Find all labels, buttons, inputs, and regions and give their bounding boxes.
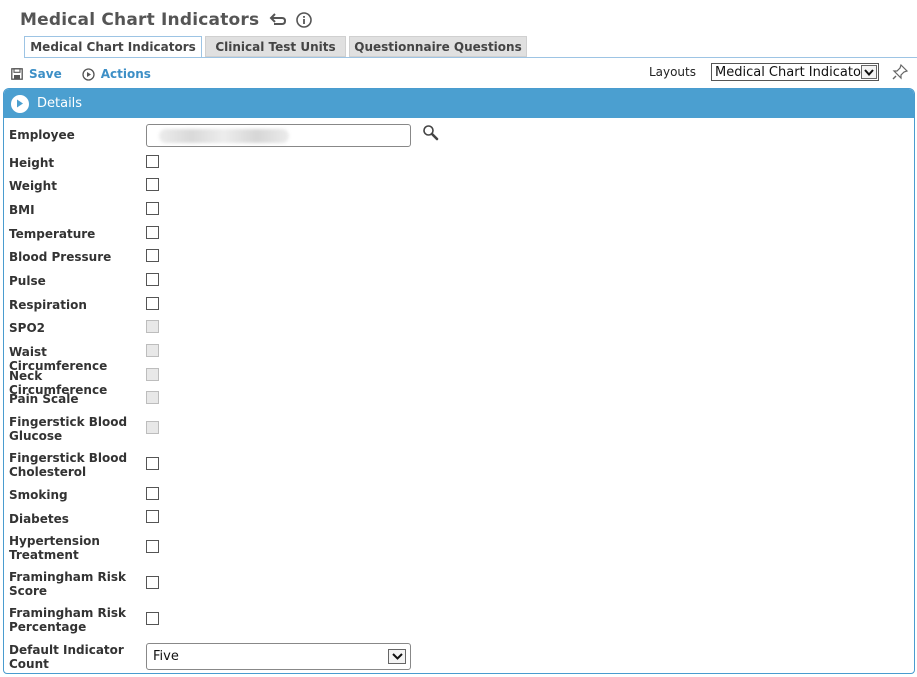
tab-divider [24, 57, 917, 58]
blood-pressure-checkbox[interactable] [146, 249, 159, 262]
actions-button[interactable]: Actions [82, 67, 151, 81]
respiration-label: Respiration [9, 298, 87, 312]
employee-label: Employee [9, 128, 75, 142]
fingerstick-blood-glucose-label: Fingerstick Blood Glucose [9, 415, 128, 443]
details-panel: Details Employee Height Weight BMI Tempe… [3, 88, 915, 674]
smoking-checkbox[interactable] [146, 487, 159, 500]
chevron-down-icon [388, 649, 406, 664]
pulse-checkbox[interactable] [146, 273, 159, 286]
save-label: Save [29, 67, 62, 81]
layouts-label: Layouts [648, 65, 696, 79]
bmi-checkbox[interactable] [146, 202, 159, 215]
height-checkbox[interactable] [146, 155, 159, 168]
bmi-label: BMI [9, 203, 35, 217]
layouts-area: Layouts Medical Chart Indicato... [649, 62, 917, 82]
pulse-label: Pulse [9, 274, 46, 288]
pin-icon[interactable] [891, 63, 909, 81]
default-indicator-count-label: Default Indicator Count [9, 643, 124, 671]
spo2-checkbox [146, 320, 159, 333]
fingerstick-blood-cholesterol-checkbox[interactable] [146, 457, 159, 470]
framingham-risk-percentage-checkbox[interactable] [146, 612, 159, 625]
waist-circumference-checkbox [146, 344, 159, 357]
diabetes-checkbox[interactable] [146, 510, 159, 523]
tab-clinical-test-units[interactable]: Clinical Test Units [205, 36, 346, 57]
redacted-employee-value [159, 129, 289, 143]
search-icon[interactable] [422, 124, 440, 146]
hypertension-treatment-label: Hypertension Treatment [9, 534, 100, 562]
pain-scale-checkbox [146, 391, 159, 404]
expand-icon[interactable] [11, 94, 29, 113]
framingham-risk-percentage-label: Framingham Risk Percentage [9, 606, 126, 634]
save-button[interactable]: Save [11, 67, 62, 81]
pain-scale-label: Pain Scale [9, 392, 79, 406]
framingham-risk-score-label: Framingham Risk Score [9, 570, 126, 598]
default-indicator-count-value: Five [153, 649, 179, 664]
fingerstick-blood-glucose-checkbox [146, 421, 159, 434]
employee-input[interactable] [146, 124, 411, 147]
default-indicator-count-select[interactable]: Five [146, 643, 411, 670]
temperature-label: Temperature [9, 227, 96, 241]
actions-label: Actions [100, 67, 151, 81]
tab-strip: Medical Chart Indicators Clinical Test U… [24, 36, 530, 58]
smoking-label: Smoking [9, 488, 68, 502]
details-panel-header[interactable]: Details [4, 89, 914, 118]
play-circle-icon [82, 67, 95, 81]
layouts-selected-value: Medical Chart Indicato... [715, 64, 874, 80]
details-panel-title: Details [37, 96, 83, 111]
respiration-checkbox[interactable] [146, 297, 159, 310]
tab-medical-chart-indicators[interactable]: Medical Chart Indicators [24, 36, 202, 58]
info-icon[interactable] [295, 11, 313, 29]
temperature-checkbox[interactable] [146, 226, 159, 239]
layouts-select[interactable]: Medical Chart Indicato... [711, 63, 879, 81]
spo2-label: SPO2 [9, 321, 45, 335]
weight-checkbox[interactable] [146, 178, 159, 191]
diabetes-label: Diabetes [9, 512, 69, 526]
fingerstick-blood-cholesterol-label: Fingerstick Blood Cholesterol [9, 451, 128, 479]
neck-circumference-checkbox [146, 368, 159, 381]
blood-pressure-label: Blood Pressure [9, 250, 112, 264]
chevron-down-icon [861, 65, 877, 79]
page-title: Medical Chart Indicators [20, 10, 260, 30]
save-icon [11, 68, 23, 80]
toolbar: Save Actions [11, 66, 171, 82]
tab-questionnaire-questions[interactable]: Questionnaire Questions [349, 36, 527, 57]
title-row: Medical Chart Indicators [20, 8, 313, 32]
return-icon[interactable] [269, 11, 287, 29]
weight-label: Weight [9, 179, 57, 193]
height-label: Height [9, 156, 55, 170]
framingham-risk-score-checkbox[interactable] [146, 576, 159, 589]
hypertension-treatment-checkbox[interactable] [146, 540, 159, 553]
